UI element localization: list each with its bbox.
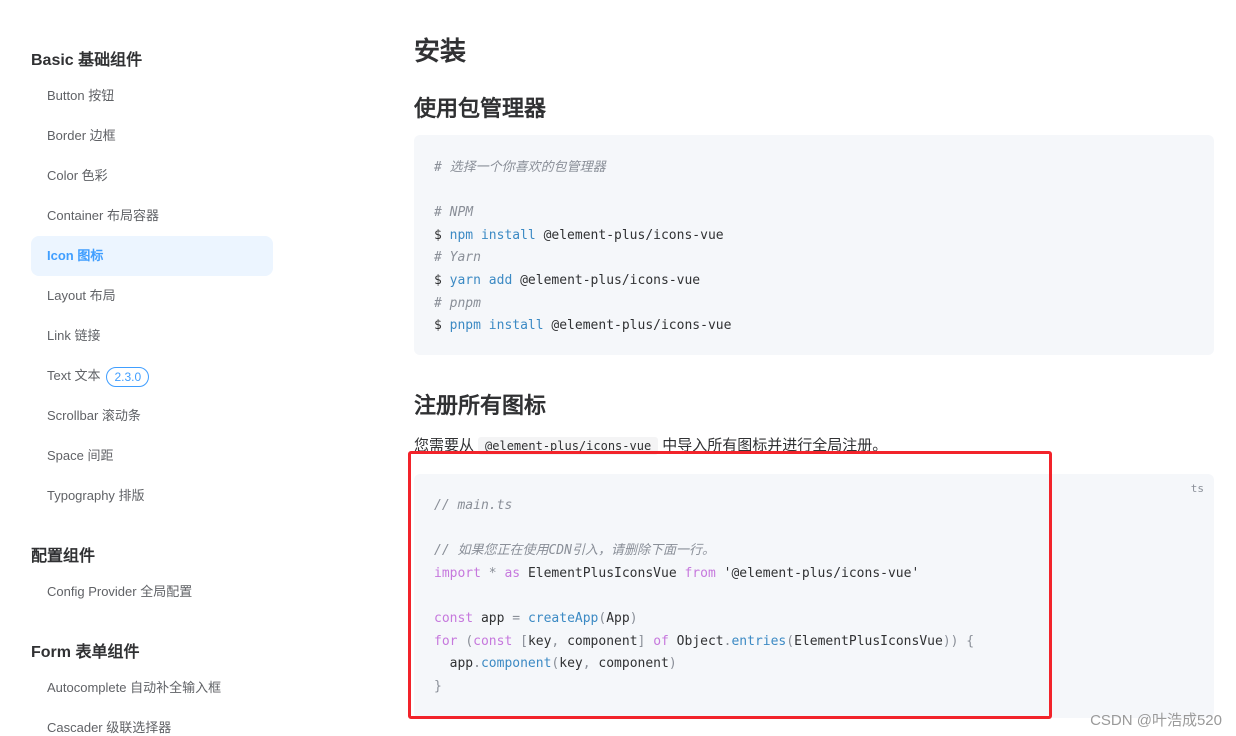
sidebar-group-form: Form 表单组件	[31, 644, 140, 661]
code-line: $ npm install @element-plus/icons-vue	[434, 225, 1194, 248]
code-keyword: const	[434, 610, 474, 626]
code-block-install: # 选择一个你喜欢的包管理器 # NPM $ npm install @elem…	[414, 135, 1214, 355]
code-language-tag: ts	[1190, 482, 1204, 495]
code-line: app.component(key, component)	[434, 653, 1194, 676]
code-string: '@element-plus/icons-vue'	[723, 565, 920, 581]
code-function: entries	[731, 633, 787, 649]
code-punctuation: }	[434, 678, 442, 694]
sidebar-item-scrollbar[interactable]: Scrollbar 滚动条	[31, 396, 273, 436]
shell-prompt: $	[434, 272, 442, 288]
code-line: # NPM	[434, 202, 1194, 225]
code-operator: *	[488, 565, 497, 581]
code-comment: # pnpm	[434, 295, 481, 311]
sidebar: Basic 基础组件 Button 按钮 Border 边框 Color 色彩 …	[0, 0, 290, 736]
code-comment: # NPM	[434, 205, 474, 221]
shell-command: npm install	[449, 227, 536, 243]
sidebar-item-autocomplete[interactable]: Autocomplete 自动补全输入框	[31, 668, 273, 708]
sidebar-item-typography[interactable]: Typography 排版	[31, 476, 273, 516]
watermark: CSDN @叶浩成520	[1090, 712, 1222, 729]
code-punctuation: ]	[637, 633, 646, 649]
code-punctuation: )) {	[942, 633, 975, 649]
code-comment: // main.ts	[434, 498, 513, 513]
code-keyword: from	[684, 565, 716, 581]
code-keyword: of	[653, 633, 669, 649]
shell-argument: @element-plus/icons-vue	[551, 318, 732, 334]
section-heading-register-icons: 注册所有图标	[414, 393, 547, 418]
code-punctuation: )	[629, 610, 638, 626]
code-punctuation: (	[465, 633, 474, 649]
sidebar-item-border[interactable]: Border 边框	[31, 116, 273, 156]
sidebar-item-label: Text 文本	[47, 368, 101, 383]
code-identifier: ElementPlusIconsVue	[794, 633, 943, 649]
code-function: component	[480, 656, 552, 672]
section-heading-package-manager: 使用包管理器	[414, 96, 547, 121]
code-identifier: ElementPlusIconsVue	[527, 565, 677, 581]
code-keyword: const	[473, 633, 513, 649]
code-comment: // 如果您正在使用CDN引入，请删除下面一行。	[434, 543, 715, 559]
code-line: // 如果您正在使用CDN引入，请删除下面一行。	[434, 540, 1194, 563]
sidebar-item-container[interactable]: Container 布局容器	[31, 196, 273, 236]
code-identifier: component	[598, 656, 669, 672]
sidebar-item-icon[interactable]: Icon 图标	[31, 236, 273, 276]
code-identifier: component	[567, 633, 638, 649]
shell-command: yarn add	[449, 272, 513, 288]
code-line: // main.ts	[434, 495, 1194, 518]
code-identifier: app	[449, 656, 474, 672]
code-line: $ pnpm install @element-plus/icons-vue	[434, 315, 1194, 338]
code-identifier: app	[480, 610, 505, 626]
shell-prompt: $	[434, 227, 442, 243]
code-line: # Yarn	[434, 247, 1194, 270]
shell-prompt: $	[434, 318, 442, 334]
code-line: const app = createApp(App)	[434, 608, 1194, 631]
shell-command: pnpm install	[449, 318, 544, 334]
sidebar-item-color[interactable]: Color 色彩	[31, 156, 273, 196]
code-line: }	[434, 676, 1194, 699]
register-description: 您需要从 @element-plus/icons-vue 中导入所有图标并进行全局注…	[414, 434, 887, 455]
sidebar-item-config-provider[interactable]: Config Provider 全局配置	[31, 572, 273, 612]
sidebar-group-config: 配置组件	[31, 548, 96, 565]
sidebar-item-space[interactable]: Space 间距	[31, 436, 273, 476]
code-comment: # 选择一个你喜欢的包管理器	[434, 160, 606, 175]
shell-argument: @element-plus/icons-vue	[543, 227, 724, 243]
description-text: 您需要从	[414, 437, 475, 454]
code-punctuation: (	[786, 633, 795, 649]
code-punctuation: )	[668, 656, 677, 672]
description-text: 中导入所有图标并进行全局注册。	[662, 437, 888, 454]
code-identifier: App	[606, 610, 630, 626]
code-function: createApp	[527, 610, 599, 626]
code-punctuation: [	[520, 633, 528, 649]
code-keyword: for	[434, 633, 458, 649]
code-keyword: as	[504, 565, 521, 581]
sidebar-group-basic: Basic 基础组件	[31, 52, 143, 69]
sidebar-item-button[interactable]: Button 按钮	[31, 76, 273, 116]
code-line: import * as ElementPlusIconsVue from '@e…	[434, 563, 1194, 586]
code-punctuation: .	[473, 656, 481, 672]
version-badge: 2.3.0	[106, 366, 150, 387]
code-identifier: key	[527, 633, 552, 649]
code-block-main-ts: ts // main.ts // 如果您正在使用CDN引入，请删除下面一行。 i…	[414, 474, 1214, 718]
sidebar-item-cascader[interactable]: Cascader 级联选择器	[31, 708, 273, 736]
sidebar-item-text[interactable]: Text 文本 2.3.0	[31, 356, 273, 396]
sidebar-item-layout[interactable]: Layout 布局	[31, 276, 273, 316]
code-line: # 选择一个你喜欢的包管理器	[434, 157, 1194, 180]
code-line: # pnpm	[434, 293, 1194, 316]
shell-argument: @element-plus/icons-vue	[520, 272, 701, 288]
code-line: for (const [key, component] of Object.en…	[434, 631, 1194, 654]
code-identifier: Object	[676, 633, 724, 649]
inline-code: @element-plus/icons-vue	[478, 437, 659, 455]
code-punctuation: ,	[551, 633, 560, 649]
code-punctuation: ,	[582, 656, 591, 672]
code-identifier: key	[559, 656, 583, 672]
code-comment: # Yarn	[434, 250, 481, 266]
page-title: 安装	[414, 36, 467, 66]
sidebar-item-link[interactable]: Link 链接	[31, 316, 273, 356]
code-operator: =	[512, 610, 521, 626]
code-line: $ yarn add @element-plus/icons-vue	[434, 270, 1194, 293]
code-keyword: import	[434, 565, 481, 581]
